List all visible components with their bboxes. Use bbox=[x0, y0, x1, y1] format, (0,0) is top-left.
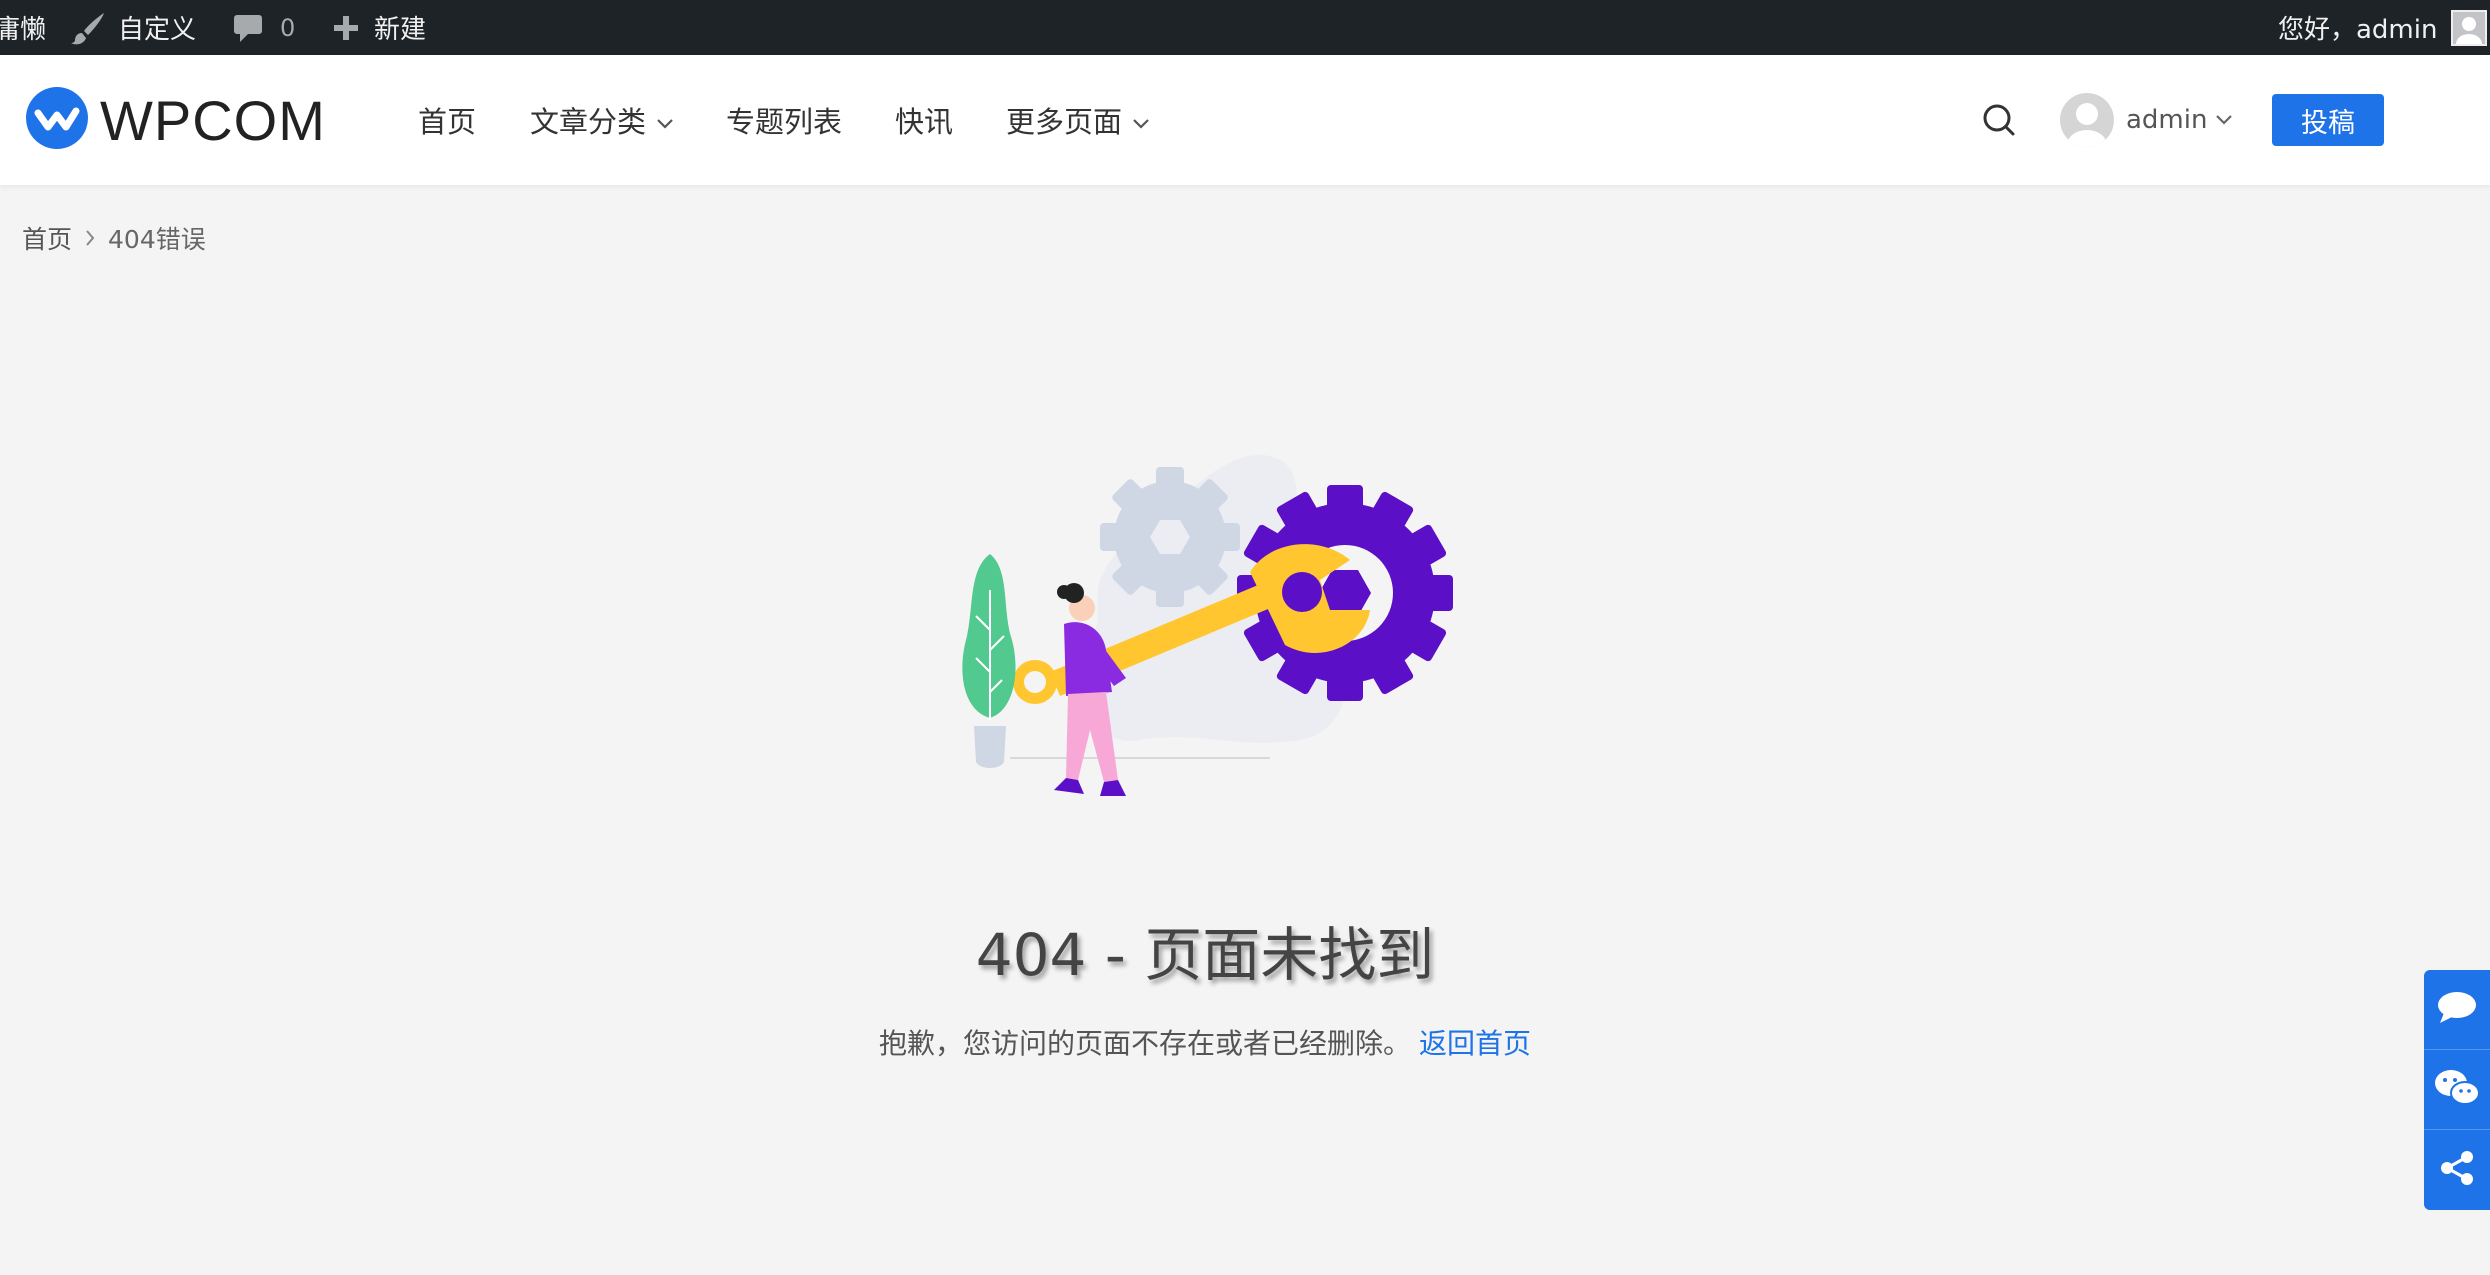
logo-text: WPCOM bbox=[100, 88, 326, 152]
share-icon bbox=[2438, 1149, 2476, 1191]
breadcrumb-current: 404错误 bbox=[108, 225, 206, 254]
site-header: WPCOM 首页 文章分类 专题列表 快讯 更多页面 admin 投稿 bbox=[0, 55, 2490, 185]
site-name-label: 庸懒 bbox=[0, 15, 47, 45]
new-label: 新建 bbox=[374, 15, 427, 45]
brush-icon bbox=[70, 11, 106, 45]
user-menu[interactable]: admin bbox=[2060, 91, 2233, 149]
comment-button[interactable] bbox=[2424, 970, 2490, 1050]
admin-bar: 庸懒 自定义 0 新建 您好，admin bbox=[0, 0, 2490, 55]
back-home-link[interactable]: 返回首页 bbox=[1419, 1027, 1531, 1060]
admin-bar-new[interactable]: 新建 bbox=[332, 0, 426, 55]
wechat-icon bbox=[2434, 1068, 2480, 1112]
nav-label: 更多页面 bbox=[1006, 105, 1123, 139]
nav-label: 首页 bbox=[418, 105, 477, 139]
user-name: admin bbox=[2126, 105, 2208, 135]
error-description: 抱歉，您访问的页面不存在或者已经删除。 返回首页 bbox=[0, 1022, 2410, 1062]
greeting-label: 您好，admin bbox=[2278, 15, 2438, 45]
comment-bubble-icon bbox=[232, 12, 264, 44]
admin-bar-site-name[interactable]: 庸懒 bbox=[0, 0, 46, 55]
wechat-button[interactable] bbox=[2424, 1050, 2490, 1130]
error-title: 404 - 页面未找到 bbox=[975, 921, 1435, 989]
admin-bar-comments[interactable]: 0 bbox=[232, 0, 295, 55]
customize-label: 自定义 bbox=[118, 15, 197, 45]
site-logo[interactable]: WPCOM bbox=[26, 87, 326, 153]
breadcrumb-home[interactable]: 首页 bbox=[22, 220, 72, 256]
nav-label: 文章分类 bbox=[530, 105, 647, 139]
nav-label: 快讯 bbox=[895, 105, 954, 139]
user-avatar bbox=[2060, 93, 2114, 147]
admin-avatar bbox=[2451, 9, 2488, 46]
breadcrumb: 首页 404错误 bbox=[22, 220, 206, 256]
chevron-down-icon bbox=[2215, 111, 2233, 130]
nav-item-news[interactable]: 快讯 bbox=[895, 55, 953, 185]
wpcom-logo-icon bbox=[26, 87, 88, 153]
nav-item-categories[interactable]: 文章分类 bbox=[530, 55, 674, 185]
share-button[interactable] bbox=[2424, 1130, 2490, 1210]
admin-bar-account[interactable]: 您好，admin bbox=[2278, 0, 2488, 55]
comment-icon bbox=[2436, 989, 2478, 1031]
nav-item-home[interactable]: 首页 bbox=[418, 55, 476, 185]
error-illustration bbox=[940, 440, 1480, 860]
chevron-right-icon bbox=[84, 229, 96, 247]
plus-icon bbox=[332, 14, 360, 42]
post-button[interactable]: 投稿 bbox=[2272, 94, 2384, 146]
search-icon[interactable] bbox=[1980, 101, 2018, 139]
nav-item-topics[interactable]: 专题列表 bbox=[726, 55, 842, 185]
nav-item-more-pages[interactable]: 更多页面 bbox=[1006, 55, 1150, 185]
chevron-down-icon bbox=[656, 103, 674, 137]
comments-count: 0 bbox=[280, 13, 296, 42]
admin-bar-customize[interactable]: 自定义 bbox=[70, 0, 196, 55]
error-message: 抱歉，您访问的页面不存在或者已经删除。 bbox=[878, 1027, 1411, 1060]
chevron-down-icon bbox=[1132, 103, 1150, 137]
nav-label: 专题列表 bbox=[726, 105, 843, 139]
floating-action-bar bbox=[2424, 970, 2490, 1210]
